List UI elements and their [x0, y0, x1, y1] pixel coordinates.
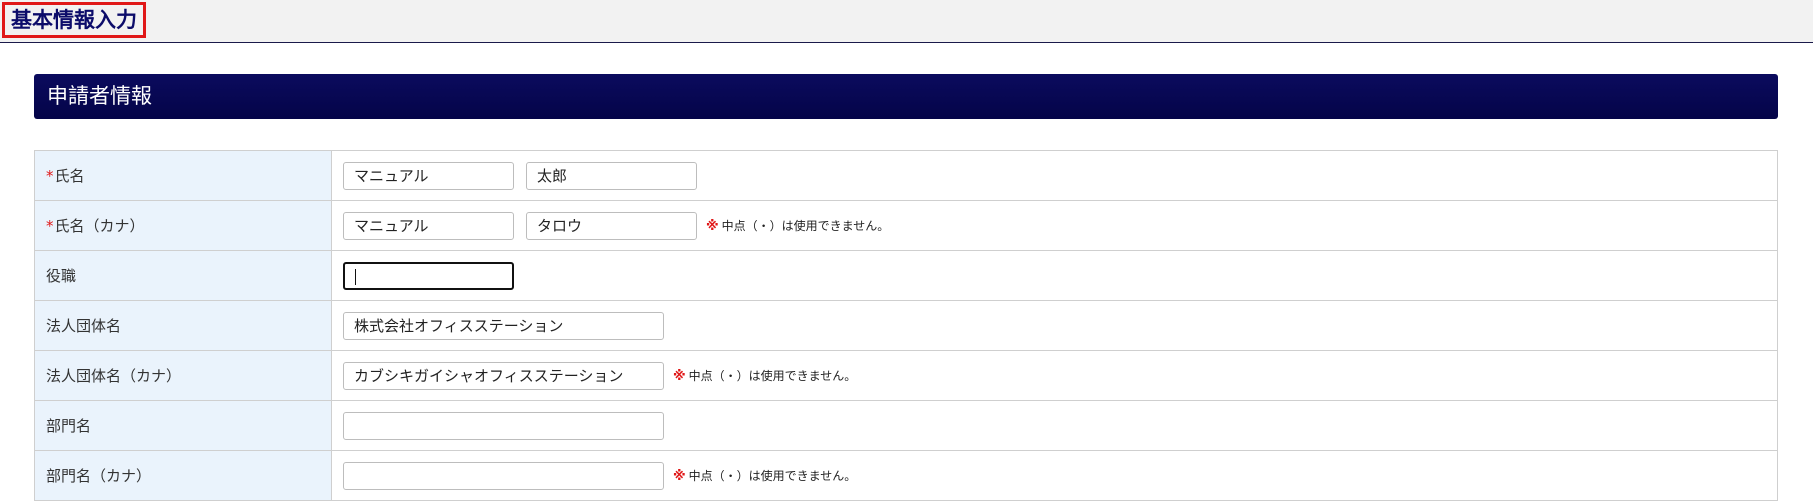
last-name-input[interactable]: マニュアル [343, 161, 514, 190]
first-name-input[interactable]: 太郎 [526, 161, 697, 190]
note-mark: ※ [706, 219, 719, 234]
company-name-kana-input[interactable]: カブシキガイシャオフィスステーション [343, 361, 664, 390]
note-text: ※ 中点（・）は使用できません。 [706, 219, 890, 234]
section-header: 申請者情報 [34, 74, 1778, 119]
text-caret [355, 268, 356, 285]
row-department: 部門名 [34, 400, 1778, 451]
row-label: 役職 [34, 250, 332, 301]
row-position: 役職 [34, 250, 1778, 301]
top-bar: 基本情報入力 [0, 0, 1813, 43]
last-name-kana-input[interactable]: マニュアル [343, 211, 514, 240]
note-mark: ※ [673, 469, 686, 484]
row-company-kana: 法人団体名（カナ） カブシキガイシャオフィスステーション ※ 中点（・）は使用できま… [34, 350, 1778, 401]
page-title: 基本情報入力 [2, 2, 146, 38]
row-label: 法人団体名 [34, 300, 332, 351]
company-name-input[interactable]: 株式会社オフィスステーション [343, 311, 664, 340]
department-name-kana-input[interactable] [343, 461, 664, 490]
position-input[interactable] [343, 261, 514, 290]
row-label: *氏名 [34, 150, 332, 201]
row-label: *氏名（カナ） [34, 200, 332, 251]
row-label: 部門名 [34, 400, 332, 451]
applicant-form: *氏名 マニュアル 太郎 *氏名（カナ） マニュアル タロウ ※ 中点（・）は使用できま… [34, 150, 1778, 501]
first-name-kana-input[interactable]: タロウ [526, 211, 697, 240]
note-text: ※ 中点（・）は使用できません。 [673, 469, 857, 484]
row-name-kana: *氏名（カナ） マニュアル タロウ ※ 中点（・）は使用できません。 [34, 200, 1778, 251]
row-label: 法人団体名（カナ） [34, 350, 332, 401]
row-company: 法人団体名 株式会社オフィスステーション [34, 300, 1778, 351]
note-text: ※ 中点（・）は使用できません。 [673, 369, 857, 384]
row-name: *氏名 マニュアル 太郎 [34, 150, 1778, 201]
row-label: 部門名（カナ） [34, 450, 332, 501]
note-mark: ※ [673, 369, 686, 384]
required-mark: * [46, 217, 54, 235]
required-mark: * [46, 167, 54, 185]
department-name-input[interactable] [343, 411, 664, 440]
row-department-kana: 部門名（カナ） ※ 中点（・）は使用できません。 [34, 450, 1778, 501]
